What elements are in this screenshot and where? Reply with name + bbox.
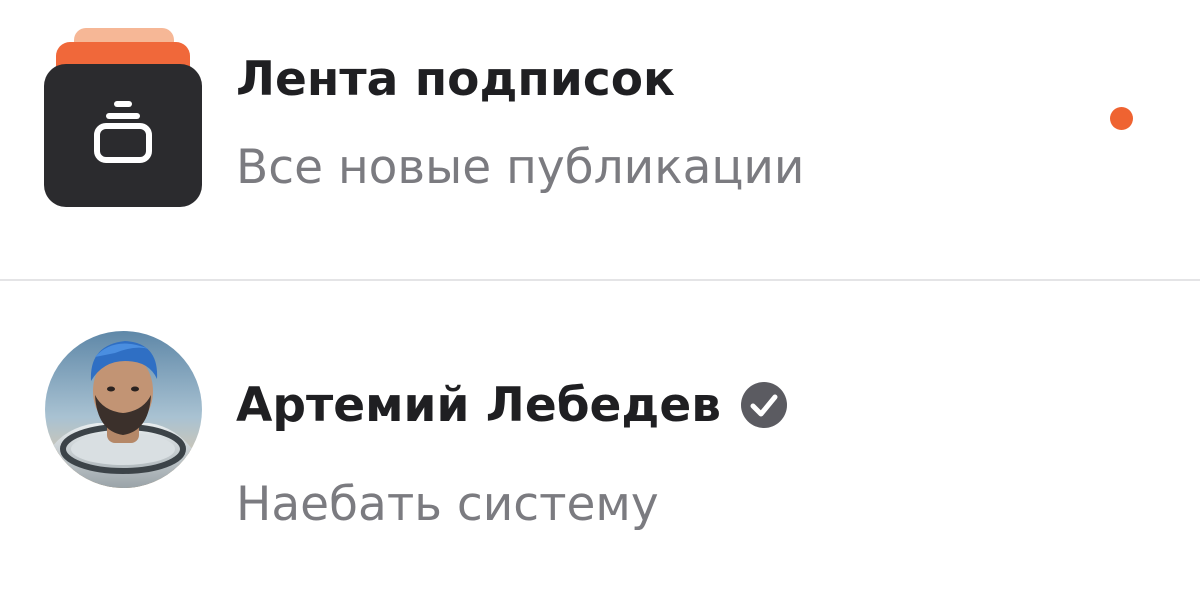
unread-indicator (1110, 107, 1133, 130)
feed-stack-icon (44, 28, 204, 208)
feed-row[interactable]: Лента подписок Все новые публикации (0, 0, 1200, 280)
feed-title: Лента подписок (236, 52, 675, 107)
author-subtitle: Наебать систему (236, 477, 659, 532)
avatar-portrait-image (45, 331, 202, 488)
bucket-icon (94, 101, 152, 163)
author-name: Артемий Лебедев (236, 377, 721, 433)
author-row[interactable]: Артемий Лебедев Наебать систему (0, 281, 1200, 594)
verified-check-icon (741, 382, 788, 428)
avatar[interactable] (45, 331, 202, 488)
author-name-line: Артемий Лебедев (236, 381, 788, 441)
subscriptions-list: Лента подписок Все новые публикации Арте… (0, 0, 1200, 594)
feed-subtitle: Все новые публикации (236, 140, 805, 195)
